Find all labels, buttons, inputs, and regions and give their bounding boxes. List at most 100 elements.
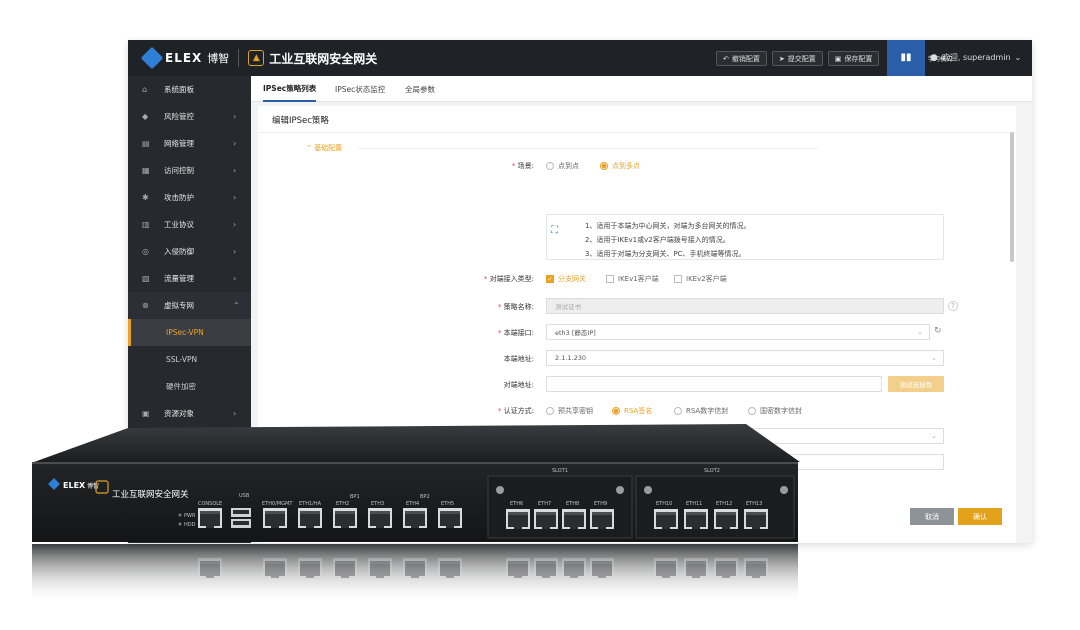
- top-bar: ELEX 博智 ▲ 工业互联网安全网关 ↶ 撤销配置 ➤ 提交配置 ▣ 保存配置 ▮▮…: [128, 40, 1032, 76]
- radio-icon: [748, 407, 756, 415]
- auth-radio-sm-envelope[interactable]: 国密数字信封: [748, 406, 802, 416]
- undo-config-button[interactable]: ↶ 撤销配置: [716, 51, 767, 66]
- sidebar-item-access[interactable]: ▦ 访问控制 ›: [128, 157, 251, 184]
- refresh-icon[interactable]: ↻: [934, 326, 942, 336]
- logo-divider: [238, 49, 240, 67]
- scene-label: * 场景:: [511, 162, 534, 170]
- undo-icon: ↶: [723, 54, 729, 63]
- brand-logo: ELEX 博智 ▲ 工业互联网安全网关: [140, 46, 378, 70]
- panel-divider: [258, 132, 1016, 133]
- user-menu[interactable]: ● 欢迎, superadmin ⌄: [930, 52, 1021, 63]
- peer-type-ikev1-checkbox[interactable]: IKEv1客户端: [606, 274, 659, 284]
- chevron-down-icon: ⌄: [931, 354, 937, 362]
- sidebar-item-attack[interactable]: ✱ 攻击防护 ›: [128, 184, 251, 211]
- local-id-input[interactable]: [748, 454, 944, 470]
- tab-global-params[interactable]: 全局参数: [405, 76, 435, 102]
- chevron-right-icon: ›: [233, 193, 237, 202]
- device-brand-cn: 博智: [87, 482, 99, 490]
- peer-addr-label: 对端地址:: [503, 381, 534, 389]
- check-icon: ✓: [546, 275, 554, 283]
- radio-icon: [674, 407, 682, 415]
- sidebar-item-dashboard[interactable]: ⌂ 系统面板: [128, 76, 251, 103]
- cancel-button[interactable]: 取消: [910, 508, 954, 525]
- policy-name-input[interactable]: 测试证书: [546, 298, 944, 314]
- chevron-down-icon: ⌄: [727, 458, 733, 466]
- sidebar-item-traffic[interactable]: ▧ 流量管理 ›: [128, 265, 251, 292]
- link-icon: ⊗: [142, 301, 149, 310]
- scene-info-box: ⛶ 1、适用于本端为中心网关，对端为多台网关的情况。 2、适用于IKEv1或v2…: [546, 214, 944, 260]
- local-cert-label: * 本端证书:: [497, 433, 534, 441]
- panel-scrollbar[interactable]: [1010, 132, 1014, 262]
- auth-radio-psk[interactable]: 预共享密钥: [546, 406, 593, 416]
- tab-bar: IPSec策略列表 IPSec状态监控 全局参数: [251, 76, 1032, 102]
- sidebar-item-network[interactable]: ▤ 网络管理 ›: [128, 130, 251, 157]
- elex-logo-icon: [140, 46, 164, 70]
- local-iface-select[interactable]: eth3 [静态IP] ⌄: [546, 324, 930, 340]
- chart-icon: ▧: [142, 274, 150, 283]
- submit-config-button[interactable]: ➤ 提交配置: [771, 51, 823, 66]
- sidebar-item-risk[interactable]: ◆ 风险管控 ›: [128, 103, 251, 130]
- auth-radio-rsa-sign[interactable]: RSA签名: [612, 406, 652, 416]
- chevron-right-icon: ›: [233, 112, 237, 121]
- chevron-down-icon: ⌄: [931, 432, 937, 440]
- help-icon[interactable]: ?: [948, 301, 958, 311]
- home-icon: ⌂: [142, 85, 148, 94]
- peer-type-ikev2-checkbox[interactable]: IKEv2客户端: [674, 274, 727, 284]
- shield-badge-icon: [95, 480, 109, 494]
- chevron-right-icon: ›: [233, 166, 237, 175]
- sidebar-item-resources[interactable]: ▣ 资源对象 ›: [128, 400, 251, 427]
- tab-ipsec-status[interactable]: IPSec状态监控: [335, 76, 385, 102]
- tab-ipsec-policy-list[interactable]: IPSec策略列表: [263, 76, 317, 102]
- peer-type-branch-checkbox[interactable]: ✓ 分支网关: [546, 274, 586, 284]
- grid-icon: ▦: [142, 166, 150, 175]
- device-reflection: [32, 544, 798, 604]
- device-brand: ELEX: [63, 481, 86, 490]
- radio-icon: [546, 407, 554, 415]
- learn-mode-button[interactable]: ▮▮ 学习模式: [887, 40, 952, 76]
- peer-addr-input[interactable]: [546, 376, 882, 392]
- local-cert-select[interactable]: gwljc1 ⌄: [546, 428, 944, 444]
- info-line: 1、适用于本端为中心网关，对端为多台网关的情况。: [585, 222, 751, 230]
- factory-icon: ▥: [142, 220, 150, 229]
- policy-name-label: * 策略名称:: [497, 303, 534, 311]
- chevron-down-icon: ⌄: [917, 328, 923, 336]
- chevron-right-icon: ›: [233, 247, 237, 256]
- sidebar-item-ipsec-vpn[interactable]: IPSec-VPN: [128, 319, 251, 346]
- local-addr-select[interactable]: 2.1.1.230 ⌄: [546, 350, 944, 366]
- chevron-right-icon: ›: [233, 409, 237, 418]
- sidebar-item-hw-encrypt[interactable]: 硬件加密: [128, 373, 251, 400]
- logo-cn: 博智: [207, 52, 230, 65]
- sidebar-item-ssl-vpn[interactable]: SSL-VPN: [128, 346, 251, 373]
- chevron-up-icon: ⌃: [233, 301, 240, 310]
- local-id-label: 本端ID:: [510, 459, 534, 467]
- config-toolbar: ↶ 撤销配置 ➤ 提交配置 ▣ 保存配置: [716, 51, 880, 66]
- sidebar-item-protocol[interactable]: ▥ 工业协议 ›: [128, 211, 251, 238]
- auth-radio-rsa-envelope[interactable]: RSA数字信封: [674, 406, 728, 416]
- local-addr-label: 本端地址:: [503, 355, 534, 363]
- save-icon: ▣: [834, 54, 842, 63]
- radio-selected-icon: [612, 407, 620, 415]
- sidebar-item-vpn[interactable]: ⊗ 虚拟专网 ⌃: [128, 292, 251, 319]
- chevron-right-icon: ›: [233, 139, 237, 148]
- chevron-up-icon: ⌃: [306, 144, 315, 152]
- reflection-ports: [198, 558, 768, 578]
- gateway-web-console: ELEX 博智 ▲ 工业互联网安全网关 ↶ 撤销配置 ➤ 提交配置 ▣ 保存配置 ▮▮…: [128, 40, 1032, 543]
- panel-title: 编辑IPSec策略: [272, 116, 329, 126]
- test-connectivity-button[interactable]: 测试连接性: [888, 376, 944, 392]
- section-toggle[interactable]: ⌃ 基础配置: [306, 143, 342, 153]
- edit-policy-panel: 编辑IPSec策略 ⌃ 基础配置 * 场景: 点到点 点到多点 ⛶ 1、适用于本…: [258, 106, 1016, 543]
- product-title: 工业互联网安全网关: [269, 51, 378, 66]
- sidebar: ⌂ 系统面板 ◆ 风险管控 › ▤ 网络管理 › ▦ 访问控制 › ✱ 攻击防护 › ▥ 工业协议 ›…: [128, 76, 251, 543]
- shield-icon: ◆: [142, 112, 149, 121]
- sidebar-item-ips[interactable]: ◎ 入侵防御 ›: [128, 238, 251, 265]
- scene-radio-p2mp[interactable]: 点到多点: [600, 161, 640, 171]
- network-illustration-icon: ⛶: [551, 225, 558, 236]
- chevron-right-icon: ›: [233, 220, 237, 229]
- info-line: 3、适用于对端为分支网关、PC、手机终端等情况。: [585, 250, 746, 258]
- info-line: 2、适用于IKEv1或v2客户端拨号接入的情况。: [585, 236, 730, 244]
- product-showcase: ELEX 博智 ▲ 工业互联网安全网关 ↶ 撤销配置 ➤ 提交配置 ▣ 保存配置 ▮▮…: [0, 0, 1080, 630]
- target-icon: ◎: [142, 247, 149, 256]
- scene-radio-p2p[interactable]: 点到点: [546, 161, 579, 171]
- local-id-type-select[interactable]: ⌄: [546, 454, 740, 470]
- confirm-button[interactable]: 确认: [958, 508, 1002, 525]
